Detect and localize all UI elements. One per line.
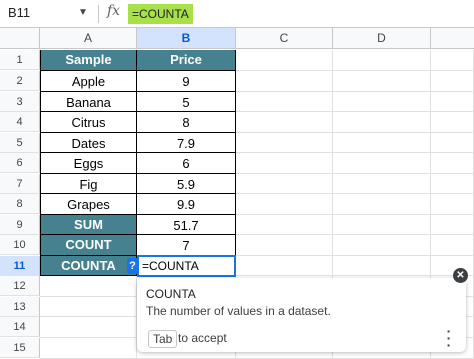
empty-cell[interactable]: [333, 235, 431, 256]
empty-cell[interactable]: [333, 50, 431, 71]
empty-cell[interactable]: [333, 133, 431, 153]
formula-help-button[interactable]: ?: [127, 258, 138, 274]
row-header[interactable]: 1: [0, 50, 40, 70]
fx-icon: fx: [107, 3, 121, 19]
empty-cell[interactable]: [333, 71, 431, 92]
empty-cell[interactable]: [431, 133, 474, 153]
row-header[interactable]: 15: [0, 338, 40, 358]
table-cell[interactable]: Apple: [40, 71, 137, 92]
empty-cell[interactable]: [333, 215, 431, 235]
empty-cell[interactable]: [431, 71, 474, 92]
row-header[interactable]: 8: [0, 194, 40, 214]
name-box[interactable]: B11: [8, 5, 30, 20]
table-cell[interactable]: 5.9: [137, 174, 236, 194]
tooltip-function-name[interactable]: COUNTA: [146, 287, 196, 301]
name-box-dropdown-icon[interactable]: ▼: [78, 7, 88, 18]
summary-label-cell[interactable]: COUNTA: [40, 256, 137, 276]
close-icon[interactable]: ✕: [453, 268, 468, 283]
table-cell[interactable]: Dates: [40, 133, 137, 153]
row-header[interactable]: 4: [0, 112, 40, 132]
row-header[interactable]: 9: [0, 215, 40, 235]
empty-cell[interactable]: [431, 153, 474, 174]
empty-cell[interactable]: [431, 235, 474, 256]
empty-cell[interactable]: [431, 215, 474, 235]
table-cell[interactable]: 8: [137, 112, 236, 133]
empty-cell[interactable]: [333, 112, 431, 133]
empty-cell[interactable]: [333, 174, 431, 194]
formula-bar-divider: [98, 5, 99, 23]
table-cell[interactable]: Grapes: [40, 194, 137, 215]
empty-cell[interactable]: [40, 297, 137, 317]
table-cell[interactable]: 9: [137, 71, 236, 92]
empty-cell[interactable]: [236, 194, 333, 215]
column-header-b[interactable]: B: [137, 28, 236, 49]
table-cell[interactable]: Fig: [40, 174, 137, 194]
table-cell[interactable]: 9.9: [137, 194, 236, 215]
column-header-d[interactable]: D: [333, 28, 431, 49]
empty-cell[interactable]: [236, 235, 333, 256]
empty-cell[interactable]: [333, 256, 431, 276]
column-header-c[interactable]: C: [236, 28, 333, 49]
table-cell[interactable]: 7.9: [137, 133, 236, 153]
empty-cell[interactable]: [236, 71, 333, 92]
empty-cell[interactable]: [431, 92, 474, 112]
empty-cell[interactable]: [40, 338, 137, 359]
empty-cell[interactable]: [236, 133, 333, 153]
empty-cell[interactable]: [333, 194, 431, 215]
row-header[interactable]: 11: [0, 256, 40, 276]
more-vert-icon[interactable]: · · ·: [445, 324, 453, 352]
empty-cell[interactable]: [40, 317, 137, 338]
empty-cell[interactable]: [431, 174, 474, 194]
row-header[interactable]: 12: [0, 276, 40, 296]
empty-cell[interactable]: [236, 215, 333, 235]
table-header-cell[interactable]: Price: [137, 50, 236, 71]
tab-key-badge: Tab: [148, 330, 178, 348]
empty-cell[interactable]: [40, 276, 137, 297]
table-cell[interactable]: Citrus: [40, 112, 137, 133]
tooltip-accept-text: to accept: [178, 331, 227, 345]
formula-suggestion-tooltip: COUNTA The number of values in a dataset…: [137, 278, 466, 352]
empty-cell[interactable]: [236, 92, 333, 112]
row-header[interactable]: 2: [0, 71, 40, 91]
table-header-cell[interactable]: Sample: [40, 50, 137, 71]
row-header[interactable]: 10: [0, 235, 40, 255]
row-header[interactable]: 14: [0, 317, 40, 337]
summary-label-cell[interactable]: COUNT: [40, 235, 137, 256]
empty-cell[interactable]: [236, 153, 333, 174]
row-header[interactable]: 7: [0, 174, 40, 194]
row-header[interactable]: 6: [0, 153, 40, 173]
empty-cell[interactable]: [236, 174, 333, 194]
summary-label-cell[interactable]: SUM: [40, 215, 137, 235]
empty-cell[interactable]: [236, 50, 333, 71]
summary-value-cell[interactable]: 51.7: [137, 215, 236, 235]
summary-value-cell[interactable]: 7: [137, 235, 236, 256]
empty-cell[interactable]: [431, 194, 474, 215]
empty-cell[interactable]: [333, 92, 431, 112]
table-cell[interactable]: 5: [137, 92, 236, 112]
column-header-e[interactable]: [431, 28, 474, 49]
empty-cell[interactable]: [431, 50, 474, 71]
row-header[interactable]: 3: [0, 92, 40, 112]
row-header[interactable]: 5: [0, 133, 40, 153]
row-header[interactable]: 13: [0, 297, 40, 317]
active-cell-editor[interactable]: =COUNTA: [137, 255, 236, 277]
table-cell[interactable]: Eggs: [40, 153, 137, 174]
formula-bar: B11 ▼ fx =COUNTA: [0, 0, 474, 28]
empty-cell[interactable]: [333, 153, 431, 174]
empty-cell[interactable]: [236, 112, 333, 133]
table-cell[interactable]: 6: [137, 153, 236, 174]
empty-cell[interactable]: [431, 112, 474, 133]
table-cell[interactable]: Banana: [40, 92, 137, 112]
select-all-corner[interactable]: [0, 28, 40, 49]
tooltip-description: The number of values in a dataset.: [146, 304, 331, 318]
empty-cell[interactable]: [236, 256, 333, 276]
formula-input[interactable]: =COUNTA: [128, 4, 193, 24]
column-header-a[interactable]: A: [40, 28, 137, 49]
